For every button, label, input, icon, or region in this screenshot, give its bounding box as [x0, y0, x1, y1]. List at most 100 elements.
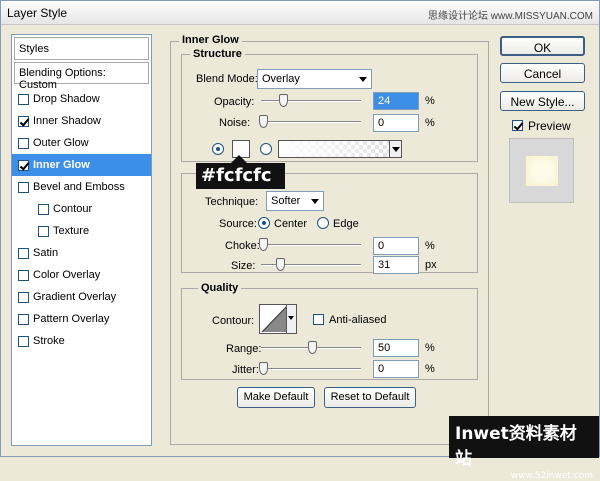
- noise-input[interactable]: 0: [373, 114, 419, 132]
- style-item-checkbox[interactable]: [38, 225, 49, 237]
- logo-main-text: Inwet资料素材站: [455, 424, 577, 469]
- style-item[interactable]: Contour: [12, 198, 151, 220]
- styles-header[interactable]: Styles: [14, 37, 149, 60]
- technique-label: Technique:: [205, 196, 259, 208]
- style-item[interactable]: Drop Shadow: [12, 88, 151, 110]
- jitter-slider[interactable]: [261, 368, 361, 370]
- blending-options-item[interactable]: Blending Options: Custom: [14, 62, 149, 91]
- choke-slider-thumb[interactable]: [259, 238, 268, 251]
- cancel-button[interactable]: Cancel: [500, 63, 585, 83]
- opacity-unit: %: [425, 95, 435, 107]
- preview-label: Preview: [528, 119, 571, 133]
- choke-label: Choke:: [225, 240, 260, 252]
- style-item-checkbox[interactable]: [18, 93, 29, 105]
- style-item[interactable]: Outer Glow: [12, 132, 151, 154]
- inner-glow-title: Inner Glow: [179, 34, 242, 46]
- solid-color-radio[interactable]: [212, 143, 224, 155]
- style-item-label: Inner Shadow: [33, 115, 101, 127]
- range-slider-thumb[interactable]: [308, 341, 317, 354]
- watermark-text: 思缘设计论坛 www.MISSYUAN.COM: [427, 11, 593, 22]
- layer-style-dialog: Layer Style 思缘设计论坛 www.MISSYUAN.COM Styl…: [0, 0, 600, 481]
- style-item-checkbox[interactable]: [18, 115, 29, 127]
- blend-mode-value: Overlay: [262, 73, 300, 85]
- jitter-input[interactable]: 0: [373, 360, 419, 378]
- style-item-checkbox[interactable]: [18, 335, 29, 347]
- choke-input[interactable]: 0: [373, 237, 419, 255]
- source-center-radio[interactable]: [258, 217, 270, 229]
- reset-default-button[interactable]: Reset to Default: [324, 387, 416, 408]
- style-item[interactable]: Pattern Overlay: [12, 308, 151, 330]
- style-item[interactable]: Inner Glow: [12, 154, 151, 176]
- opacity-label: Opacity:: [214, 96, 255, 108]
- style-item-label: Gradient Overlay: [33, 291, 117, 303]
- style-item-checkbox[interactable]: [18, 269, 29, 281]
- style-item[interactable]: Stroke: [12, 330, 151, 352]
- style-item-checkbox[interactable]: [38, 203, 49, 215]
- blend-mode-select[interactable]: Overlay: [257, 69, 372, 89]
- gradient-radio[interactable]: [260, 143, 272, 155]
- style-item-checkbox[interactable]: [18, 247, 29, 259]
- styles-list: Styles Blending Options: Custom Drop Sha…: [11, 34, 152, 446]
- style-item[interactable]: Bevel and Emboss: [12, 176, 151, 198]
- contour-dropdown-icon[interactable]: [286, 305, 296, 333]
- gradient-dropdown-icon[interactable]: [389, 141, 401, 157]
- preview-checkbox[interactable]: [512, 120, 523, 131]
- size-unit: px: [425, 259, 437, 271]
- style-item[interactable]: Color Overlay: [12, 264, 151, 286]
- style-item-checkbox[interactable]: [18, 159, 29, 171]
- style-item-label: Satin: [33, 247, 59, 259]
- style-item-label: Pattern Overlay: [33, 313, 110, 325]
- opacity-input[interactable]: 24: [373, 92, 419, 110]
- new-style-button[interactable]: New Style...: [500, 91, 585, 111]
- style-item-checkbox[interactable]: [18, 313, 29, 325]
- style-item-label: Color Overlay: [33, 269, 101, 281]
- size-slider-thumb[interactable]: [276, 258, 285, 271]
- preview-swatch: [526, 156, 558, 186]
- logo-sub-text: www.52inwet.com: [510, 471, 593, 481]
- structure-title: Structure: [190, 48, 245, 60]
- make-default-button[interactable]: Make Default: [237, 387, 315, 408]
- style-item[interactable]: Gradient Overlay: [12, 286, 151, 308]
- range-input[interactable]: 50: [373, 339, 419, 357]
- gradient-picker[interactable]: [278, 140, 402, 158]
- color-hex-callout: #fcfcfc: [196, 155, 285, 189]
- size-label: Size:: [231, 260, 256, 272]
- noise-label: Noise:: [219, 117, 251, 129]
- source-center-label: Center: [274, 218, 308, 230]
- style-preview: [509, 138, 574, 203]
- style-item[interactable]: Inner Shadow: [12, 110, 151, 132]
- contour-curve-icon: [261, 305, 288, 333]
- choke-slider[interactable]: [261, 244, 361, 246]
- anti-aliased-checkbox[interactable]: [313, 314, 324, 325]
- range-unit: %: [425, 342, 435, 354]
- quality-group: Quality Contour: Anti-aliased Range: 50 …: [181, 282, 478, 380]
- style-item-label: Texture: [53, 225, 90, 237]
- inner-glow-group: Inner Glow Structure Blend Mode: Overlay…: [170, 34, 489, 445]
- style-item[interactable]: Satin: [12, 242, 151, 264]
- opacity-slider-thumb[interactable]: [279, 94, 288, 107]
- noise-slider[interactable]: [261, 121, 361, 123]
- structure-group: Structure Blend Mode: Overlay Opacity: 2…: [181, 48, 478, 162]
- technique-select[interactable]: Softer: [266, 191, 324, 211]
- title-bar[interactable]: Layer Style 思缘设计论坛 www.MISSYUAN.COM: [1, 1, 599, 25]
- style-item-label: Stroke: [33, 335, 65, 347]
- anti-aliased-label: Anti-aliased: [329, 314, 387, 326]
- style-item-label: Bevel and Emboss: [33, 181, 125, 193]
- style-item-checkbox[interactable]: [18, 291, 29, 303]
- style-item-checkbox[interactable]: [18, 137, 29, 149]
- opacity-slider[interactable]: [261, 100, 361, 102]
- style-item-checkbox[interactable]: [18, 181, 29, 193]
- ok-button[interactable]: OK: [500, 36, 585, 56]
- chevron-down-icon: [311, 199, 319, 204]
- source-edge-label: Edge: [333, 218, 359, 230]
- style-item[interactable]: Texture: [12, 220, 151, 242]
- window-title: Layer Style: [7, 6, 68, 20]
- site-logo: Inwet资料素材站 www.52inwet.com: [449, 416, 599, 481]
- size-input[interactable]: 31: [373, 256, 419, 274]
- jitter-slider-thumb[interactable]: [259, 362, 268, 375]
- contour-picker[interactable]: [259, 304, 297, 334]
- noise-slider-thumb[interactable]: [259, 115, 268, 128]
- style-item-label: Drop Shadow: [33, 93, 100, 105]
- choke-unit: %: [425, 240, 435, 252]
- source-edge-radio[interactable]: [317, 217, 329, 229]
